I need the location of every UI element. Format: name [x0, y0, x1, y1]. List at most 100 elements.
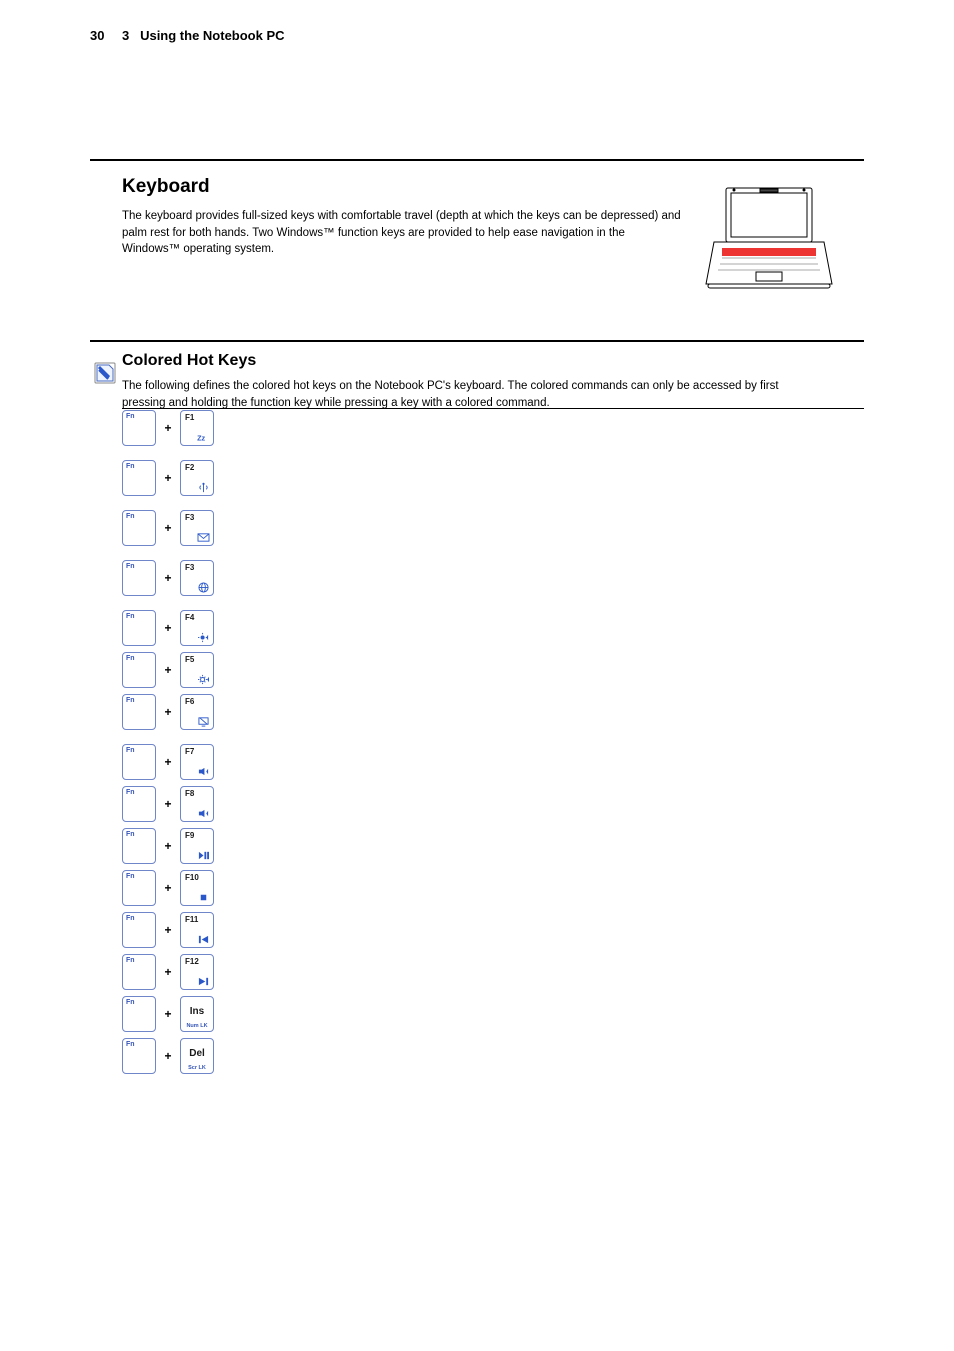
page-number: 30: [90, 28, 104, 43]
radio-icon: [196, 482, 210, 492]
fn-key-label: Fn: [126, 747, 135, 754]
key-label: F8: [185, 789, 194, 798]
fn-key-label: Fn: [126, 873, 135, 880]
prev-icon: [196, 934, 210, 944]
rule-mid: [90, 340, 864, 342]
function-key: F6: [180, 694, 214, 730]
fn-key: Fn: [122, 996, 156, 1032]
function-key: F5: [180, 652, 214, 688]
plus-sign: +: [156, 1007, 180, 1021]
section-title: Keyboard: [122, 176, 210, 198]
hotkey-row: Fn+DelScr LK: [122, 1038, 864, 1074]
svg-text:Zz: Zz: [197, 433, 205, 442]
lcd-icon: [196, 716, 210, 726]
fn-key: Fn: [122, 954, 156, 990]
plus-sign: +: [156, 839, 180, 853]
hotkeys-title: Colored Hot Keys: [122, 352, 256, 370]
stop-icon: [196, 892, 210, 902]
intro-text: The keyboard provides full-sized keys wi…: [122, 208, 682, 258]
hotkey-row: Fn + F3: [122, 510, 864, 546]
function-key: F2: [180, 460, 214, 496]
plus-sign: +: [156, 471, 180, 485]
sunup-icon: [196, 674, 210, 684]
key-label: F10: [185, 873, 199, 882]
fn-key: Fn: [122, 828, 156, 864]
hotkey-row: Fn+F11: [122, 912, 864, 948]
function-key: F12: [180, 954, 214, 990]
hotkey-row: Fn+F7: [122, 744, 864, 780]
key-label: F3: [185, 563, 194, 572]
fn-key-label: Fn: [126, 563, 135, 570]
fn-key-label: Fn: [126, 915, 135, 922]
fn-key-label: Fn: [126, 1041, 135, 1048]
fn-key: Fn: [122, 912, 156, 948]
plus-sign: +: [156, 663, 180, 677]
plus-sign: +: [156, 521, 180, 535]
fn-key: Fn: [122, 652, 156, 688]
playpause-icon: [196, 850, 210, 860]
laptop-illustration: [704, 184, 834, 294]
function-key: F7: [180, 744, 214, 780]
fn-key-label: Fn: [126, 613, 135, 620]
fn-key-label: Fn: [126, 463, 135, 470]
envelope-icon: [196, 532, 210, 542]
globe-icon: [196, 582, 210, 592]
fn-key: Fn: [122, 560, 156, 596]
hotkey-row: Fn + F3: [122, 560, 864, 596]
plus-sign: +: [156, 881, 180, 895]
plus-sign: +: [156, 1049, 180, 1063]
plus-sign: +: [156, 965, 180, 979]
hotkey-row: Fn + F12: [122, 954, 864, 990]
function-key: F11: [180, 912, 214, 948]
key-label: F2: [185, 463, 194, 472]
function-key: F4: [180, 610, 214, 646]
rule-sub: [122, 408, 864, 409]
plus-sign: +: [156, 705, 180, 719]
fn-key: Fn: [122, 694, 156, 730]
next-icon: [196, 976, 210, 986]
hotkey-row: Fn+ F9: [122, 828, 864, 864]
note-icon: [94, 362, 116, 384]
function-key: F8: [180, 786, 214, 822]
fn-key: Fn: [122, 410, 156, 446]
hotkey-row: Fn +F5: [122, 652, 864, 688]
plus-sign: +: [156, 421, 180, 435]
plus-sign: +: [156, 621, 180, 635]
fn-key: Fn: [122, 786, 156, 822]
function-key: F1Zz: [180, 410, 214, 446]
fn-key-label: Fn: [126, 655, 135, 662]
fn-key: Fn: [122, 870, 156, 906]
function-key: F3: [180, 510, 214, 546]
function-key: F10: [180, 870, 214, 906]
key-label: F3: [185, 513, 194, 522]
plus-sign: +: [156, 571, 180, 585]
key-label: F7: [185, 747, 194, 756]
fn-key-label: Fn: [126, 413, 135, 420]
volup-icon: [196, 808, 210, 818]
fn-key: Fn: [122, 1038, 156, 1074]
hotkey-row: Fn+InsNum LK: [122, 996, 864, 1032]
hotkey-row: Fn + F4: [122, 610, 864, 646]
function-key: F3: [180, 560, 214, 596]
hotkey-row: Fn+F8: [122, 786, 864, 822]
key-sublabel: Scr LK: [181, 1065, 213, 1071]
key-label: F11: [185, 915, 198, 924]
fn-key: Fn: [122, 460, 156, 496]
key-label: F9: [185, 831, 194, 840]
hotkey-row: Fn +F1Zz: [122, 410, 864, 446]
key-label: F12: [185, 957, 199, 966]
key-label: F4: [185, 613, 194, 622]
fn-key: Fn: [122, 610, 156, 646]
section-label: 3 Using the Notebook PC: [122, 28, 285, 43]
hotkey-rows: Fn+F1ZzFn+F2Fn+F3Fn+F3Fn+F4Fn+F5Fn+F6Fn+…: [122, 410, 864, 1080]
function-key: F9: [180, 828, 214, 864]
hotkey-row: Fn +F6: [122, 694, 864, 730]
hotkey-row: Fn + F2: [122, 460, 864, 496]
fn-key-label: Fn: [126, 789, 135, 796]
sleep-icon: Zz: [196, 432, 210, 442]
fn-key-label: Fn: [126, 957, 135, 964]
fn-key-label: Fn: [126, 697, 135, 704]
hotkey-row: Fn + F10: [122, 870, 864, 906]
fn-key-label: Fn: [126, 513, 135, 520]
key-sublabel: Num LK: [181, 1023, 213, 1029]
